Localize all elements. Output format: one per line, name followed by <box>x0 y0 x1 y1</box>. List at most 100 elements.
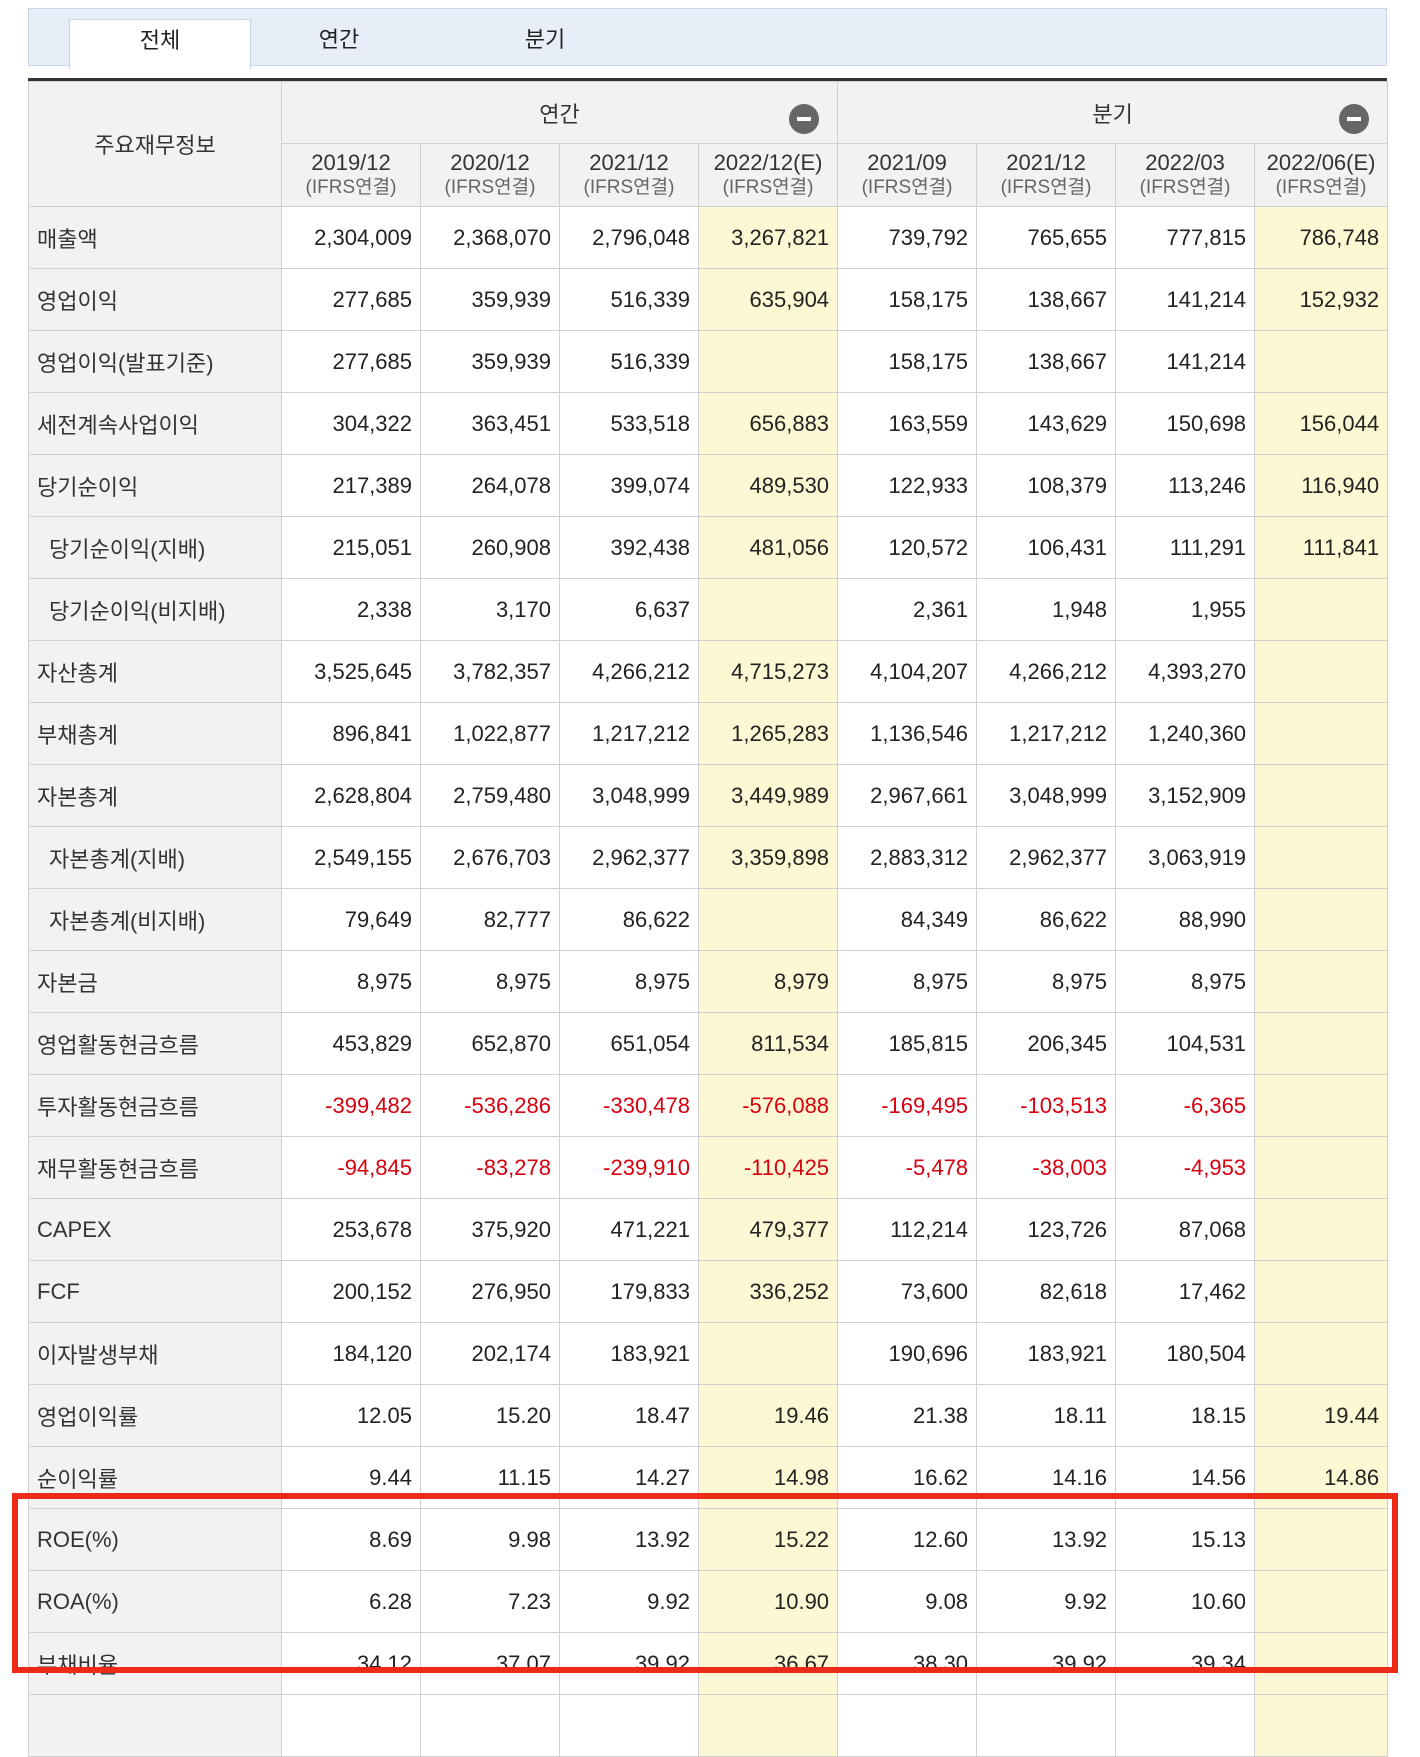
table-cell <box>420 1694 560 1757</box>
row-label: 영업이익 <box>28 268 282 331</box>
table-cell: 896,841 <box>281 702 421 765</box>
table-cell: 8,975 <box>976 950 1117 1013</box>
table-cell: 777,815 <box>1115 206 1256 269</box>
table-cell <box>1254 1012 1389 1075</box>
table-row: 영업이익률 12.05 15.20 18.47 19.46 21.38 18.11 18.15… <box>28 1384 1389 1447</box>
table-cell: 202,174 <box>420 1322 560 1385</box>
table-cell: 82,777 <box>420 888 560 951</box>
table-cell: -399,482 <box>281 1074 421 1137</box>
table-cell: 8,975 <box>559 950 699 1013</box>
table-row: ROE(%) 8.69 9.98 13.92 15.22 12.60 13.92 15.13 <box>28 1508 1389 1571</box>
table-cell <box>697 330 839 393</box>
table-cell: 11.15 <box>420 1446 560 1509</box>
table-cell: 8,975 <box>1115 950 1256 1013</box>
table-cell: 158,175 <box>837 268 978 331</box>
table-cell <box>697 1322 839 1385</box>
table-cell: 17,462 <box>1115 1260 1256 1323</box>
table-cell: -536,286 <box>420 1074 560 1137</box>
table-row: 투자활동현금흐름 -399,482 -536,286 -330,478 -576,088… <box>28 1074 1389 1137</box>
table-cell: 651,054 <box>559 1012 699 1075</box>
table-cell: 14.98 <box>697 1446 839 1509</box>
table-cell: 1,948 <box>976 578 1117 641</box>
table-cell: 9.08 <box>837 1570 978 1633</box>
table-cell: 1,217,212 <box>559 702 699 765</box>
table-cell: 15.22 <box>697 1508 839 1571</box>
collapse-annual-icon[interactable] <box>789 104 820 134</box>
row-label: 당기순이익(비지배) <box>28 578 282 641</box>
table-row: 자본총계 2,628,804 2,759,480 3,048,999 3,449,989… <box>28 764 1389 827</box>
row-label: 세전계속사업이익 <box>28 392 282 455</box>
table-cell: 185,815 <box>837 1012 978 1075</box>
table-cell: 2,676,703 <box>420 826 560 889</box>
table-cell: 10.90 <box>697 1570 839 1633</box>
table-cell <box>976 1694 1117 1757</box>
table-cell: 15.20 <box>420 1384 560 1447</box>
table-row: 자산총계 3,525,645 3,782,357 4,266,212 4,715,273… <box>28 640 1389 703</box>
table-cell: 180,504 <box>1115 1322 1256 1385</box>
table-cell <box>1254 1074 1389 1137</box>
table-cell: 108,379 <box>976 454 1117 517</box>
tab-annual[interactable]: 연간 <box>289 19 389 69</box>
table-cell: 9.44 <box>281 1446 421 1509</box>
table-cell: 277,685 <box>281 268 421 331</box>
table-cell <box>1254 1694 1389 1757</box>
group-label-quarterly: 분기 <box>1092 101 1133 127</box>
tab-bar: 전체 연간 분기 <box>28 8 1387 69</box>
table-cell: 39.34 <box>1115 1632 1256 1695</box>
table-row: 영업이익(발표기준) 277,685 359,939 516,339 158,175 13… <box>28 330 1389 393</box>
table-cell: 253,678 <box>281 1198 421 1261</box>
table-cell: -94,845 <box>281 1136 421 1199</box>
table-cell: 656,883 <box>697 392 839 455</box>
table-cell: 1,217,212 <box>976 702 1117 765</box>
table-cell: 73,600 <box>837 1260 978 1323</box>
collapse-quarterly-icon[interactable] <box>1339 104 1370 134</box>
period-header: 2022/12(E) (IFRS연결) <box>697 143 839 207</box>
table-cell: 2,796,048 <box>559 206 699 269</box>
table-cell <box>1254 888 1389 951</box>
row-label: 영업이익률 <box>28 1384 282 1447</box>
table-cell: 87,068 <box>1115 1198 1256 1261</box>
period-header: 2019/12 (IFRS연결) <box>281 143 421 207</box>
table-cell <box>281 1694 421 1757</box>
table-cell: 652,870 <box>420 1012 560 1075</box>
table-cell: 183,921 <box>976 1322 1117 1385</box>
tab-all[interactable]: 전체 <box>69 19 251 69</box>
table-cell: 37.07 <box>420 1632 560 1695</box>
table-cell: 2,628,804 <box>281 764 421 827</box>
table-cell: 516,339 <box>559 268 699 331</box>
table-cell: 217,389 <box>281 454 421 517</box>
table-cell: -576,088 <box>697 1074 839 1137</box>
period-label: 2019/12 <box>311 150 391 175</box>
table-cell: 16.62 <box>837 1446 978 1509</box>
table-cell: 2,962,377 <box>559 826 699 889</box>
table-cell: 8,975 <box>281 950 421 1013</box>
period-header: 2021/09 (IFRS연결) <box>837 143 978 207</box>
table-cell: 138,667 <box>976 330 1117 393</box>
table-cell: -4,953 <box>1115 1136 1256 1199</box>
table-cell: 116,940 <box>1254 454 1389 517</box>
table-cell: 10.60 <box>1115 1570 1256 1633</box>
table-cell: 9.92 <box>976 1570 1117 1633</box>
table-cell: 9.92 <box>559 1570 699 1633</box>
table-cell: 39.92 <box>976 1632 1117 1695</box>
table-cell: -6,365 <box>1115 1074 1256 1137</box>
table-row: 영업활동현금흐름 453,829 652,870 651,054 811,534 185,… <box>28 1012 1389 1075</box>
table-cell: 4,104,207 <box>837 640 978 703</box>
table-cell: 34.12 <box>281 1632 421 1695</box>
table-cell: 533,518 <box>559 392 699 455</box>
table-cell: 18.47 <box>559 1384 699 1447</box>
table-row: 영업이익 277,685 359,939 516,339 635,904 158,175 1… <box>28 268 1389 331</box>
table-cell: 481,056 <box>697 516 839 579</box>
period-basis: (IFRS연결) <box>1275 177 1367 198</box>
table-cell: -239,910 <box>559 1136 699 1199</box>
period-label: 2021/12 <box>589 150 669 175</box>
row-label: 부채비율 <box>28 1632 282 1695</box>
table-cell: 141,214 <box>1115 330 1256 393</box>
row-label: 자본총계(비지배) <box>28 888 282 951</box>
table-cell: 13.92 <box>976 1508 1117 1571</box>
table-cell: 122,933 <box>837 454 978 517</box>
group-label-annual: 연간 <box>539 101 580 127</box>
table-cell: 786,748 <box>1254 206 1389 269</box>
period-basis: (IFRS연결) <box>1139 177 1231 198</box>
tab-quarterly[interactable]: 분기 <box>495 19 595 69</box>
